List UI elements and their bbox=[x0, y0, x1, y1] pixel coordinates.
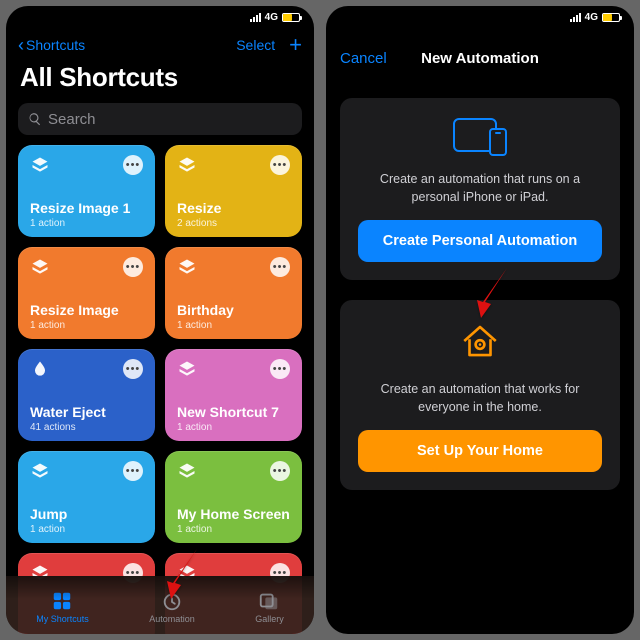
cancel-button[interactable]: Cancel bbox=[340, 50, 387, 67]
tab-bar: My Shortcuts Automation Gallery bbox=[6, 576, 314, 634]
tile-name: Resize bbox=[177, 200, 290, 216]
shortcut-tile[interactable]: ••• Water Eject 41 actions bbox=[18, 349, 155, 441]
personal-description: Create an automation that runs on a pers… bbox=[358, 171, 602, 206]
devices-icon bbox=[453, 118, 507, 152]
shortcut-tile[interactable]: ••• Resize Image 1 action bbox=[18, 247, 155, 339]
nav-bar: ‹ Shortcuts Select + bbox=[6, 28, 314, 60]
tile-name: Resize Image 1 bbox=[30, 200, 143, 216]
shortcut-tile[interactable]: ••• Jump 1 action bbox=[18, 451, 155, 543]
create-personal-automation-button[interactable]: Create Personal Automation bbox=[358, 220, 602, 262]
status-bar: 11:02 4G bbox=[6, 6, 314, 28]
tab-label: Automation bbox=[149, 614, 195, 624]
chevron-left-icon: ‹ bbox=[18, 36, 24, 54]
more-icon[interactable]: ••• bbox=[270, 359, 290, 379]
tile-sub: 1 action bbox=[177, 422, 290, 433]
more-icon[interactable]: ••• bbox=[123, 155, 143, 175]
more-icon[interactable]: ••• bbox=[123, 359, 143, 379]
phone-shortcuts: 11:02 4G ‹ Shortcuts Select + All Shortc… bbox=[6, 6, 314, 634]
tab-my-shortcuts[interactable]: My Shortcuts bbox=[36, 590, 89, 624]
search-input[interactable]: Search bbox=[18, 103, 302, 135]
shortcut-tile[interactable]: ••• My Home Screen 1 action bbox=[165, 451, 302, 543]
tile-sub: 1 action bbox=[30, 218, 143, 229]
tile-name: My Home Screen bbox=[177, 506, 290, 522]
tab-label: Gallery bbox=[255, 614, 284, 624]
back-label: Shortcuts bbox=[26, 37, 85, 53]
more-icon[interactable]: ••• bbox=[270, 257, 290, 277]
tile-sub: 2 actions bbox=[177, 218, 290, 229]
more-icon[interactable]: ••• bbox=[270, 461, 290, 481]
tile-name: New Shortcut 7 bbox=[177, 404, 290, 420]
tile-name: Birthday bbox=[177, 302, 290, 318]
tab-automation[interactable]: Automation bbox=[149, 590, 195, 624]
modal-title: New Automation bbox=[421, 50, 539, 67]
clock-icon bbox=[161, 590, 183, 612]
tile-name: Resize Image bbox=[30, 302, 143, 318]
page-title: All Shortcuts bbox=[6, 60, 314, 99]
shortcut-tile[interactable]: ••• New Shortcut 7 1 action bbox=[165, 349, 302, 441]
shortcut-grid: ••• Resize Image 1 1 action ••• Resize 2 acti… bbox=[6, 145, 314, 634]
back-button[interactable]: ‹ Shortcuts bbox=[18, 36, 85, 54]
personal-automation-card: Create an automation that runs on a pers… bbox=[340, 98, 620, 280]
home-description: Create an automation that works for ever… bbox=[358, 381, 602, 416]
phone-automation: 11:03 4G Cancel New Automation Create an… bbox=[326, 6, 634, 634]
add-button[interactable]: + bbox=[289, 34, 302, 56]
more-icon[interactable]: ••• bbox=[123, 257, 143, 277]
tab-label: My Shortcuts bbox=[36, 614, 89, 624]
select-button[interactable]: Select bbox=[236, 37, 275, 53]
battery-icon bbox=[282, 13, 300, 22]
network-label: 4G bbox=[585, 12, 598, 23]
tile-sub: 1 action bbox=[30, 320, 143, 331]
shortcut-tile[interactable]: ••• Resize Image 1 1 action bbox=[18, 145, 155, 237]
status-bar: 11:03 4G bbox=[326, 6, 634, 28]
grid-icon bbox=[51, 590, 73, 612]
home-icon bbox=[459, 320, 501, 367]
shortcut-tile[interactable]: ••• Birthday 1 action bbox=[165, 247, 302, 339]
modal-nav: Cancel New Automation bbox=[326, 38, 634, 78]
home-automation-card: Create an automation that works for ever… bbox=[340, 300, 620, 490]
tile-sub: 41 actions bbox=[30, 422, 143, 433]
tile-sub: 1 action bbox=[177, 320, 290, 331]
signal-icon bbox=[250, 13, 261, 22]
gallery-icon bbox=[258, 590, 280, 612]
tile-sub: 1 action bbox=[30, 524, 143, 535]
network-label: 4G bbox=[265, 12, 278, 23]
search-placeholder: Search bbox=[48, 111, 96, 128]
more-icon[interactable]: ••• bbox=[123, 461, 143, 481]
tab-gallery[interactable]: Gallery bbox=[255, 590, 284, 624]
more-icon[interactable]: ••• bbox=[270, 155, 290, 175]
setup-home-button[interactable]: Set Up Your Home bbox=[358, 430, 602, 472]
tile-sub: 1 action bbox=[177, 524, 290, 535]
shortcut-tile[interactable]: ••• Resize 2 actions bbox=[165, 145, 302, 237]
battery-icon bbox=[602, 13, 620, 22]
signal-icon bbox=[570, 13, 581, 22]
tile-name: Water Eject bbox=[30, 404, 143, 420]
tile-name: Jump bbox=[30, 506, 143, 522]
search-icon bbox=[28, 112, 42, 126]
